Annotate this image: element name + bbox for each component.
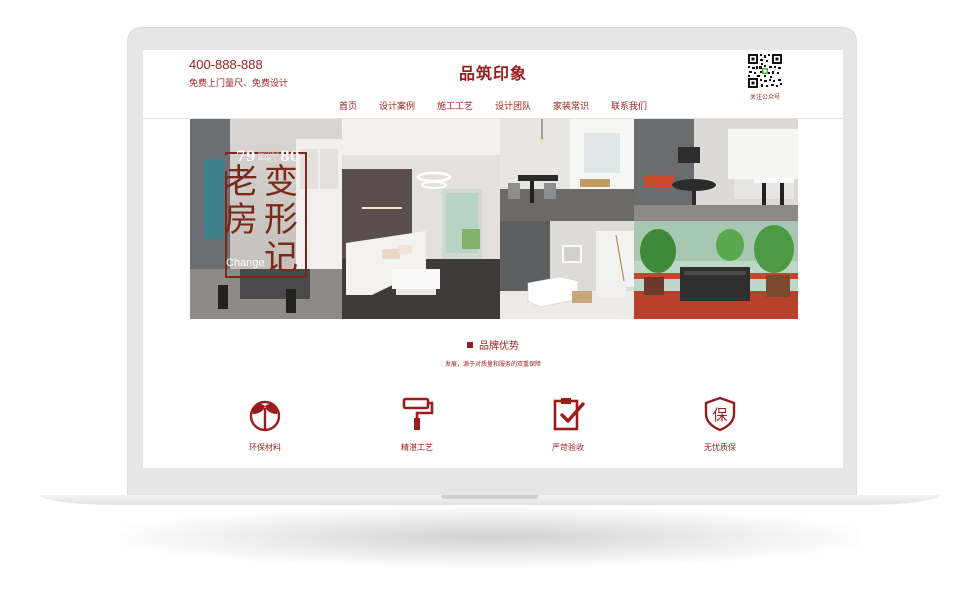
dining-photo (500, 119, 634, 221)
banner-small-text: decoration design (258, 151, 280, 161)
feature-eco-materials[interactable]: 环保材料 (210, 396, 320, 453)
feature-strict-acceptance[interactable]: 严苛验收 (513, 396, 623, 453)
section-title: 品牌优势 (143, 337, 843, 352)
main-nav: 首页 设计案例 施工工艺 设计团队 家装常识 联系我们 (143, 100, 843, 114)
website-screen: 400-888-888 免费上门量尺、免费设计 品筑印象 关注公众号 首页 设计… (143, 50, 843, 468)
sprout-icon (249, 400, 281, 432)
banner-photo-dining (500, 119, 634, 221)
feature-worry-free-warranty[interactable]: 保 无忧质保 (665, 396, 775, 453)
banner-change-word: Change (226, 257, 265, 269)
banner-char-xing: 形 (264, 200, 298, 240)
banner-photo-balcony (634, 221, 798, 319)
brand-logo[interactable]: 品筑印象 (143, 60, 843, 84)
section-subtitle: 发展，源于对质量和服务的双重保障 (444, 361, 541, 368)
hero-banner[interactable]: 79 80 decoration design 老 房 变 形 记 Change (190, 119, 798, 319)
qr-code-icon (747, 53, 783, 89)
living-room-photo (342, 119, 500, 319)
feature-craftsmanship[interactable]: 精湛工艺 (362, 396, 472, 453)
nav-item-home[interactable]: 首页 (328, 100, 368, 114)
feature-label: 环保材料 (249, 443, 281, 452)
checklist-icon (553, 398, 585, 431)
paint-roller-icon (402, 397, 434, 430)
balcony-photo (634, 221, 798, 319)
lounge-photo (500, 221, 634, 319)
nav-item-knowledge[interactable]: 家装常识 (542, 100, 600, 114)
nav-item-cases[interactable]: 设计案例 (368, 100, 426, 114)
banner-overlay: 79 80 decoration design 老 房 变 形 记 Change (220, 149, 312, 281)
banner-photo-living-room (342, 119, 500, 319)
kitchen-bar-photo (634, 119, 798, 221)
shield-guarantee-icon: 保 (704, 396, 736, 432)
feature-label: 精湛工艺 (401, 443, 433, 452)
site-header: 400-888-888 免费上门量尺、免费设计 品筑印象 关注公众号 首页 设计… (143, 50, 843, 119)
banner-photo-lounge (500, 221, 634, 319)
nav-item-craft[interactable]: 施工工艺 (426, 100, 484, 114)
shield-char: 保 (712, 406, 727, 424)
laptop-shadow (120, 507, 860, 567)
title-square-icon (467, 342, 473, 348)
banner-char-lao: 老 (224, 162, 258, 202)
banner-char-bian: 变 (264, 162, 298, 202)
feature-label: 无忧质保 (704, 443, 736, 452)
banner-char-ji: 记 (264, 238, 298, 278)
banner-photo-kitchen-bar (634, 119, 798, 221)
laptop-notch (441, 495, 539, 499)
feature-label: 严苛验收 (552, 443, 584, 452)
banner-char-fang: 房 (224, 200, 258, 240)
section-title-text: 品牌优势 (479, 341, 519, 352)
nav-item-team[interactable]: 设计团队 (484, 100, 542, 114)
nav-item-contact[interactable]: 联系我们 (600, 100, 658, 114)
